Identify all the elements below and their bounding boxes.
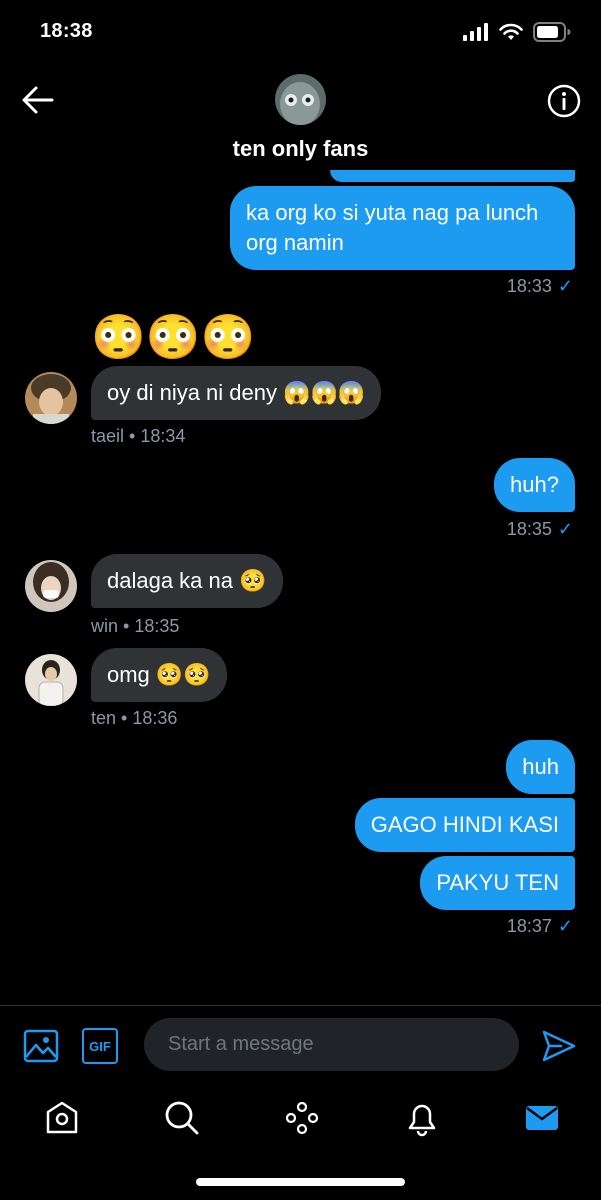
notifications-bell-icon[interactable] (402, 1098, 442, 1138)
home-icon[interactable] (42, 1098, 82, 1138)
gif-label: GIF (89, 1038, 111, 1054)
sender-name: taeil (91, 426, 125, 446)
status-bar: 18:38 (0, 0, 601, 60)
message-sender-time: ten • 18:36 (91, 708, 178, 728)
sent-check-icon: ✓ (557, 916, 573, 936)
emoji-message[interactable]: 😳😳😳 (91, 312, 255, 364)
message-timestamp: 18:37 ✓ (506, 916, 573, 936)
message-timestamp: 18:35 ✓ (506, 519, 573, 539)
back-arrow-icon[interactable] (20, 84, 56, 116)
gif-button[interactable]: GIF (82, 1028, 118, 1064)
message-bubble-sent[interactable]: huh (506, 740, 575, 794)
message-bubble-received[interactable]: omg 🥺🥺 (91, 648, 227, 702)
messages-envelope-icon[interactable] (522, 1098, 562, 1138)
avatar[interactable] (25, 560, 77, 612)
avatar[interactable] (25, 372, 77, 424)
message-list[interactable]: ka org ko si yuta nag pa lunch org namin… (0, 170, 601, 1005)
message-bubble-sent[interactable]: PAKYU TEN (420, 856, 575, 910)
message-composer: GIF (0, 1006, 601, 1086)
message-sender-time: taeil • 18:34 (91, 426, 186, 446)
sent-check-icon: ✓ (557, 519, 573, 539)
message-sender-time: win • 18:35 (91, 616, 180, 636)
message-bubble-sent[interactable]: GAGO HINDI KASI (354, 798, 575, 852)
battery-icon (533, 22, 571, 42)
sender-name: ten (91, 708, 117, 728)
message-input[interactable] (144, 1018, 519, 1071)
signal-icon (463, 23, 488, 41)
bottom-tab-bar (0, 1086, 601, 1156)
avatar[interactable] (25, 654, 77, 706)
sent-check-icon: ✓ (557, 276, 573, 296)
send-icon[interactable] (541, 1028, 577, 1064)
message-bubble-received[interactable]: dalaga ka na 🥺 (91, 554, 283, 608)
search-icon[interactable] (162, 1098, 202, 1138)
home-indicator[interactable] (196, 1178, 405, 1186)
message-bubble-received[interactable]: oy di niya ni deny 😱😱😱 (91, 366, 382, 420)
message-bubble-sent[interactable]: huh? (494, 458, 575, 512)
wifi-icon (499, 23, 523, 40)
status-icons (463, 22, 571, 42)
spaces-icon[interactable] (282, 1098, 322, 1138)
info-icon[interactable] (547, 84, 581, 118)
previous-message-edge (330, 170, 575, 182)
conversation-header: ten only fans (0, 60, 601, 170)
sender-name: win (91, 616, 119, 636)
status-time: 18:38 (40, 20, 93, 42)
message-bubble-sent[interactable]: ka org ko si yuta nag pa lunch org namin (230, 186, 575, 270)
message-timestamp: 18:33 ✓ (506, 276, 573, 296)
group-avatar[interactable] (275, 74, 326, 125)
conversation-title: ten only fans (232, 136, 369, 161)
image-icon[interactable] (23, 1028, 59, 1064)
